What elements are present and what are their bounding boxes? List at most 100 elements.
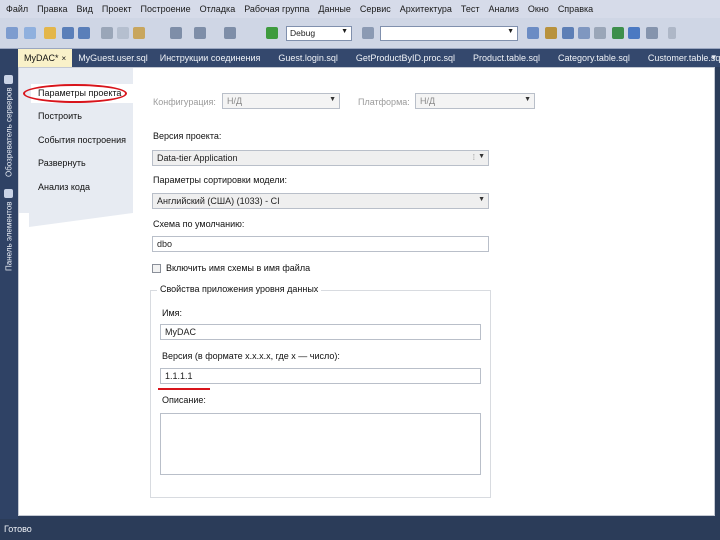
platform-value: Н/Д (420, 96, 436, 106)
chevron-down-icon: ▼ (341, 28, 348, 35)
tab-label: GetProductByID.proc.sql (355, 53, 455, 63)
dropdown-separator: ⁞ (472, 153, 475, 162)
menu-analyze[interactable]: Анализ (489, 4, 519, 14)
tab-overflow-icon[interactable]: ▾ (711, 52, 716, 63)
tab-mydac[interactable]: MyDAC* × (18, 49, 73, 67)
undo-icon[interactable] (170, 27, 182, 39)
nav-item-deploy[interactable]: Развернуть (38, 158, 86, 168)
collation-label: Параметры сортировки модели: (153, 175, 288, 185)
redo-icon[interactable] (194, 27, 206, 39)
dac-properties-group-label: Свойства приложения уровня данных (157, 284, 322, 294)
configuration-select[interactable]: Н/Д ▼ (222, 93, 340, 109)
properties-icon[interactable] (545, 27, 557, 39)
save-icon[interactable] (62, 27, 74, 39)
project-version-select[interactable]: Data-tier Application ⁞ ▼ (152, 150, 489, 166)
tab-label: Category.table.sql (558, 53, 630, 63)
menu-view[interactable]: Вид (77, 4, 93, 14)
toolbar-options-icon[interactable] (668, 27, 676, 39)
server-explorer-tab[interactable]: Обозреватель серверов (2, 53, 16, 177)
status-bar: Готово (0, 519, 720, 540)
copy-icon[interactable] (117, 27, 129, 39)
collation-select[interactable]: Английский (США) (1033) - CI ▼ (152, 193, 489, 209)
chevron-down-icon: ▼ (524, 96, 531, 103)
server-explorer-icon (4, 75, 14, 85)
tab-customer-table[interactable]: Customer.table.sql (642, 49, 720, 67)
chevron-down-icon: ▼ (329, 96, 336, 103)
close-icon[interactable]: × (62, 54, 67, 63)
start-debug-icon[interactable] (266, 27, 278, 39)
menu-tools[interactable]: Сервис (360, 4, 391, 14)
collation-value: Английский (США) (1033) - CI (157, 196, 280, 206)
toolbar: Debug ▼ ▼ (0, 18, 720, 49)
properties-nav: Параметры проекта Построить События пост… (19, 68, 133, 515)
tab-guest-login[interactable]: Guest.login.sql (272, 49, 350, 67)
description-label: Описание: (162, 395, 206, 405)
class-view-icon[interactable] (594, 27, 606, 39)
toolbox-tab-icon (4, 189, 14, 199)
document-tab-strip: MyDAC* × MyGuest.user.sql Инструкции соед… (18, 49, 720, 67)
tab-label: Guest.login.sql (278, 53, 338, 63)
platform-select[interactable]: Н/Д ▼ (415, 93, 535, 109)
menu-test[interactable]: Тест (461, 4, 480, 14)
name-input[interactable]: MyDAC (160, 324, 481, 340)
toolbox-label: Панель элементов (4, 201, 14, 271)
nav-item-build[interactable]: Построить (38, 111, 82, 121)
default-schema-input[interactable]: dbo (152, 236, 489, 252)
navigate-back-icon[interactable] (224, 27, 236, 39)
cut-icon[interactable] (101, 27, 113, 39)
menu-help[interactable]: Справка (558, 4, 593, 14)
configuration-label: Конфигурация: (153, 97, 216, 107)
tab-myguest-user[interactable]: MyGuest.user.sql (72, 49, 154, 67)
version-label: Версия (в формате x.x.x.x, где x — число… (162, 351, 340, 361)
menu-edit[interactable]: Правка (37, 4, 67, 14)
menu-build[interactable]: Построение (141, 4, 191, 14)
menu-architecture[interactable]: Архитектура (400, 4, 452, 14)
left-tool-strip: Обозреватель серверов Панель элементов (0, 49, 18, 519)
menu-data[interactable]: Данные (318, 4, 351, 14)
nav-item-code-analysis[interactable]: Анализ кода (38, 182, 90, 192)
toolbox-icon[interactable] (578, 27, 590, 39)
save-all-icon[interactable] (78, 27, 90, 39)
include-schema-label: Включить имя схемы в имя файла (166, 263, 311, 273)
tab-getproductbyid-proc[interactable]: GetProductByID.proc.sql (350, 49, 467, 67)
open-icon[interactable] (44, 27, 56, 39)
name-label: Имя: (162, 308, 183, 318)
menu-bar: Файл Правка Вид Проект Построение Отладк… (0, 0, 720, 18)
command-window-icon[interactable] (646, 27, 658, 39)
menu-project[interactable]: Проект (102, 4, 132, 14)
project-version-value: Data-tier Application (157, 153, 238, 163)
include-schema-checkbox[interactable] (152, 264, 161, 273)
project-settings-page: Конфигурация: Н/Д ▼ Платформа: Н/Д ▼ Вер… (133, 68, 714, 515)
menu-file[interactable]: Файл (6, 4, 28, 14)
tab-category-table[interactable]: Category.table.sql (552, 49, 642, 67)
status-text: Готово (4, 524, 32, 534)
solution-config-value: Debug (290, 28, 316, 38)
solution-explorer-icon[interactable] (527, 27, 539, 39)
find-combo[interactable]: ▼ (380, 26, 518, 41)
project-version-label: Версия проекта: (153, 131, 222, 141)
tab-product-table[interactable]: Product.table.sql (467, 49, 552, 67)
find-icon[interactable] (362, 27, 374, 39)
description-textarea[interactable] (160, 413, 481, 475)
paste-icon[interactable] (133, 27, 145, 39)
menu-team[interactable]: Рабочая группа (244, 4, 309, 14)
nav-item-build-events[interactable]: События построения (38, 135, 126, 145)
tab-label: Product.table.sql (472, 53, 541, 63)
tab-connection-instructions[interactable]: Инструкции соединения (154, 49, 273, 67)
menu-debug[interactable]: Отладка (200, 4, 236, 14)
tab-label: MyDAC* (24, 53, 59, 63)
configuration-value: Н/Д (227, 96, 243, 106)
solution-config-select[interactable]: Debug ▼ (286, 26, 352, 41)
menu-window[interactable]: Окно (528, 4, 549, 14)
start-page-icon[interactable] (628, 27, 640, 39)
toolbox-tab[interactable]: Панель элементов (2, 185, 16, 271)
extension-manager-icon[interactable] (612, 27, 624, 39)
chevron-down-icon: ▼ (507, 28, 514, 35)
new-project-icon[interactable] (6, 27, 18, 39)
version-input[interactable]: 1.1.1.1 (160, 368, 481, 384)
red-underline (158, 388, 210, 390)
chevron-down-icon: ▼ (478, 153, 485, 160)
project-properties-designer: Параметры проекта Построить События пост… (18, 67, 715, 516)
object-browser-icon[interactable] (562, 27, 574, 39)
add-item-icon[interactable] (24, 27, 36, 39)
